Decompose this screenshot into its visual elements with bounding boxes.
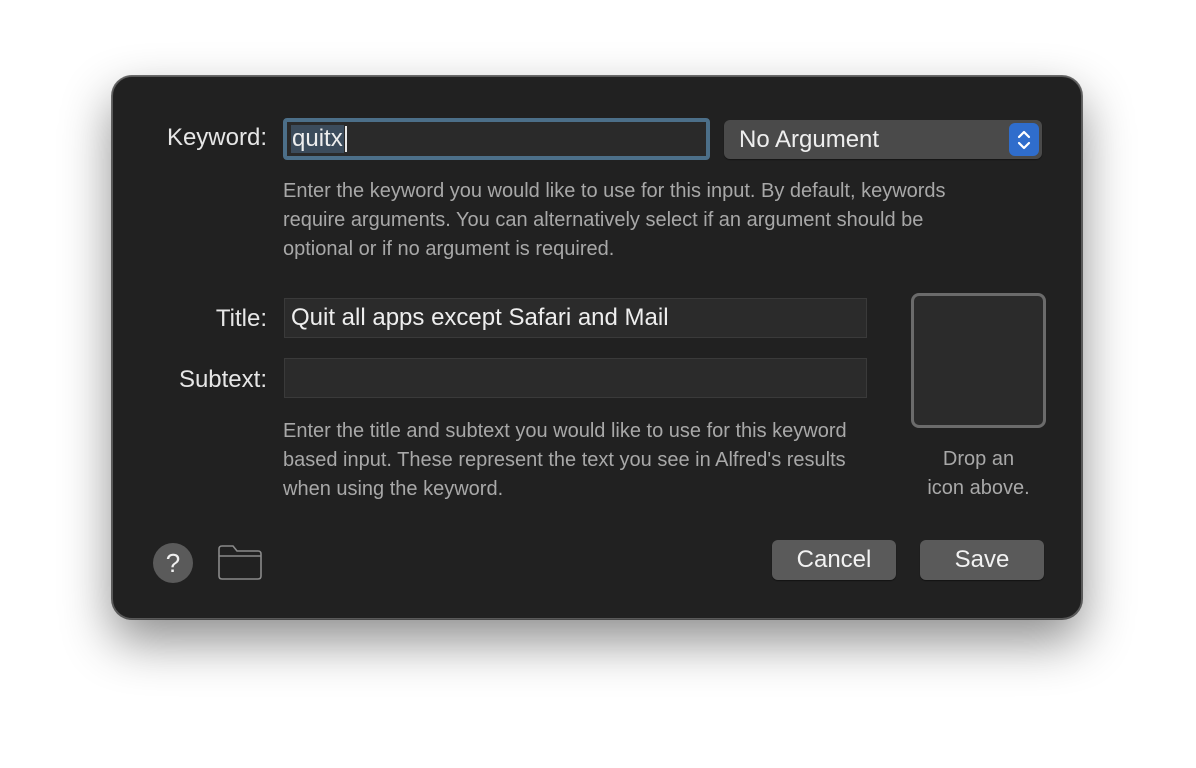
- argument-option-value: No Argument: [739, 125, 880, 153]
- cancel-button[interactable]: Cancel: [772, 540, 896, 580]
- keyword-value: quitx: [291, 125, 344, 153]
- question-icon: ?: [165, 547, 181, 578]
- keyword-input-dialog: Keyword: quitx No Argument Enter the key…: [112, 76, 1082, 619]
- icon-drop-caption-line2: icon above.: [927, 477, 1030, 499]
- save-button-label: Save: [954, 546, 1010, 573]
- folder-button[interactable]: [217, 543, 263, 581]
- icon-drop-well[interactable]: [911, 293, 1046, 428]
- title-field[interactable]: Quit all apps except Safari and Mail: [284, 298, 867, 338]
- keyword-label: Keyword:: [166, 124, 267, 151]
- help-button[interactable]: ?: [153, 543, 193, 583]
- icon-drop-caption: Drop an icon above.: [901, 445, 1056, 503]
- text-caret: [344, 126, 347, 152]
- folder-icon: [218, 545, 262, 580]
- title-help-text: Enter the title and subtext you would li…: [283, 420, 847, 500]
- argument-option-popup[interactable]: No Argument: [724, 120, 1042, 159]
- keyword-help-text: Enter the keyword you would like to use …: [283, 180, 946, 260]
- chevron-up-down-icon: [1009, 123, 1039, 156]
- subtext-field[interactable]: [284, 358, 867, 398]
- title-label: Title:: [215, 305, 267, 332]
- icon-drop-caption-line1: Drop an: [942, 448, 1015, 470]
- keyword-field[interactable]: quitx: [283, 118, 710, 160]
- save-button[interactable]: Save: [920, 540, 1044, 580]
- title-value: Quit all apps except Safari and Mail: [291, 304, 669, 331]
- cancel-button-label: Cancel: [796, 546, 872, 573]
- subtext-label: Subtext:: [178, 366, 267, 393]
